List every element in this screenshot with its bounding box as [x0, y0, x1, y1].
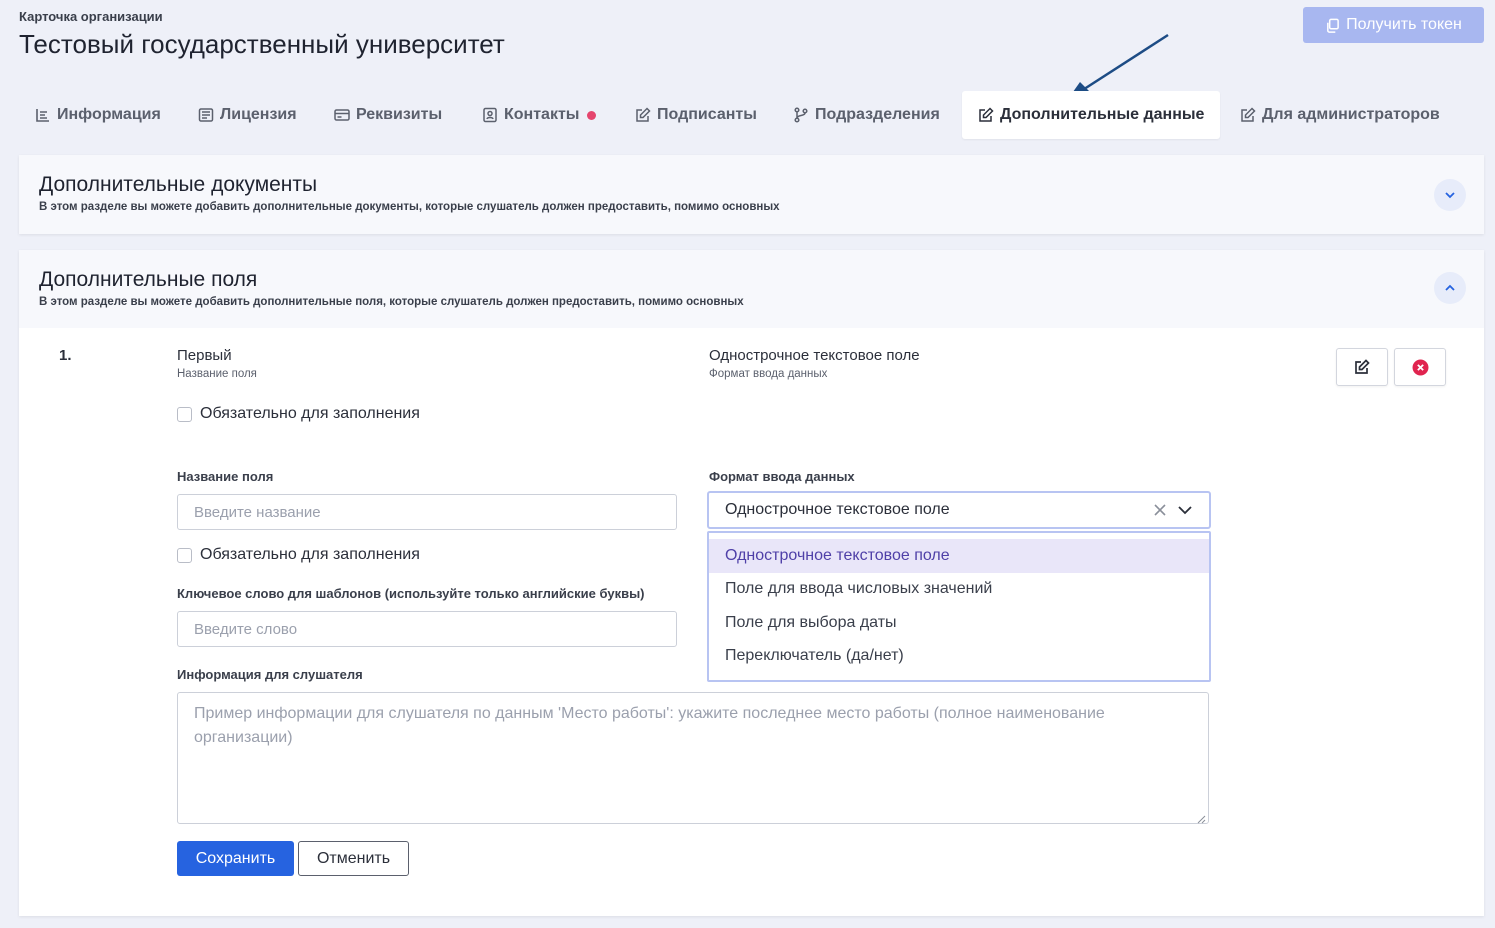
- branch-icon: [794, 107, 808, 123]
- keyword-input-placeholder: Введите слово: [194, 620, 298, 638]
- item-number: 1.: [59, 347, 72, 364]
- info-textarea-placeholder: Пример информации для слушателя по данны…: [194, 705, 1105, 746]
- format-field-label: Формат ввода данных: [709, 469, 855, 484]
- item-format: Однострочное текстовое поле: [709, 347, 920, 364]
- tab-information[interactable]: Информация: [35, 91, 161, 139]
- panel-title: Дополнительные поля: [39, 268, 258, 291]
- edit-icon: [1355, 359, 1370, 374]
- name-input[interactable]: Введите название: [177, 494, 677, 530]
- chevron-up-icon: [1445, 284, 1455, 291]
- panel-title: Дополнительные документы: [39, 173, 318, 196]
- tab-departments[interactable]: Подразделения: [793, 91, 940, 139]
- checkbox[interactable]: [177, 547, 192, 563]
- edit-item-button[interactable]: [1336, 348, 1388, 386]
- contact-icon: [483, 107, 497, 123]
- license-icon: [198, 108, 214, 122]
- tab-label: Контакты: [504, 106, 580, 123]
- edit-icon: [979, 107, 994, 122]
- chevron-down-icon: [1445, 192, 1455, 199]
- format-option[interactable]: Поле для выбора даты: [709, 606, 1209, 640]
- card-icon: [334, 109, 350, 121]
- get-token-label: Получить токен: [1346, 16, 1462, 33]
- clear-icon[interactable]: [1153, 503, 1167, 517]
- info-textarea[interactable]: Пример информации для слушателя по данны…: [177, 692, 1209, 824]
- format-option[interactable]: Однострочное текстовое поле: [709, 539, 1209, 573]
- notification-dot: [587, 110, 597, 120]
- keyword-input[interactable]: Введите слово: [177, 611, 677, 647]
- item-required-checkbox[interactable]: Обязательно для заполнения: [177, 405, 420, 423]
- format-dropdown-menu: Однострочное текстовое поле Поле для вво…: [707, 531, 1211, 682]
- copy-icon: [1327, 18, 1339, 33]
- panel-description: В этом разделе вы можете добавить дополн…: [39, 296, 744, 308]
- tab-administrators[interactable]: Для администраторов: [1240, 91, 1440, 139]
- checkbox[interactable]: [177, 406, 192, 422]
- tab-label: Для администраторов: [1262, 106, 1440, 123]
- resize-handle[interactable]: [1196, 811, 1206, 824]
- page-subtitle: Карточка организации: [19, 9, 163, 24]
- checkbox-label: Обязательно для заполнения: [200, 546, 420, 563]
- edit-icon: [636, 107, 651, 122]
- get-token-button[interactable]: Получить токен: [1303, 7, 1484, 43]
- tab-signatories[interactable]: Подписанты: [635, 91, 757, 139]
- item-name-caption: Название поля: [177, 368, 257, 380]
- format-select[interactable]: Однострочное текстовое поле: [707, 491, 1211, 529]
- expand-button[interactable]: [1434, 179, 1466, 211]
- chevron-down-icon[interactable]: [1177, 502, 1193, 518]
- item-name: Первый: [177, 347, 232, 364]
- format-option[interactable]: Переключатель (да/нет): [709, 640, 1209, 674]
- list-icon: [36, 109, 49, 122]
- panel-header[interactable]: Дополнительные поля В этом разделе вы мо…: [19, 250, 1484, 328]
- tab-label: Подписанты: [657, 106, 757, 123]
- name-field-label: Название поля: [177, 469, 274, 484]
- format-select-value: Однострочное текстовое поле: [725, 501, 950, 518]
- name-input-placeholder: Введите название: [194, 503, 321, 521]
- edit-icon: [1241, 107, 1256, 122]
- tab-contacts[interactable]: Контакты: [482, 91, 597, 139]
- close-circle-icon: [1412, 359, 1428, 375]
- info-field-label: Информация для слушателя: [177, 667, 363, 682]
- tab-label: Информация: [57, 106, 161, 123]
- page-title: Тестовый государственный университет: [19, 29, 505, 59]
- item-format-caption: Формат ввода данных: [709, 368, 828, 380]
- required-checkbox[interactable]: Обязательно для заполнения: [177, 546, 420, 564]
- panel-description: В этом разделе вы можете добавить дополн…: [39, 201, 780, 213]
- keyword-field-label: Ключевое слово для шаблонов (используйте…: [177, 586, 645, 601]
- save-button[interactable]: Сохранить: [177, 841, 294, 876]
- cancel-button[interactable]: Отменить: [298, 841, 409, 876]
- delete-item-button[interactable]: [1394, 348, 1446, 386]
- tab-label: Реквизиты: [356, 106, 443, 123]
- collapse-button[interactable]: [1434, 272, 1466, 304]
- checkbox-label: Обязательно для заполнения: [200, 405, 420, 422]
- tab-label: Лицензия: [220, 106, 297, 123]
- tab-label: Дополнительные данные: [1000, 106, 1205, 123]
- tab-requisites[interactable]: Реквизиты: [334, 91, 442, 139]
- tab-additional-data[interactable]: Дополнительные данные: [962, 91, 1221, 139]
- tab-license[interactable]: Лицензия: [198, 91, 297, 139]
- panel-header[interactable]: Дополнительные документы В этом разделе …: [19, 155, 1484, 234]
- format-option[interactable]: Поле для ввода числовых значений: [709, 573, 1209, 607]
- additional-documents-panel: Дополнительные документы В этом разделе …: [19, 155, 1484, 234]
- tab-label: Подразделения: [815, 106, 940, 123]
